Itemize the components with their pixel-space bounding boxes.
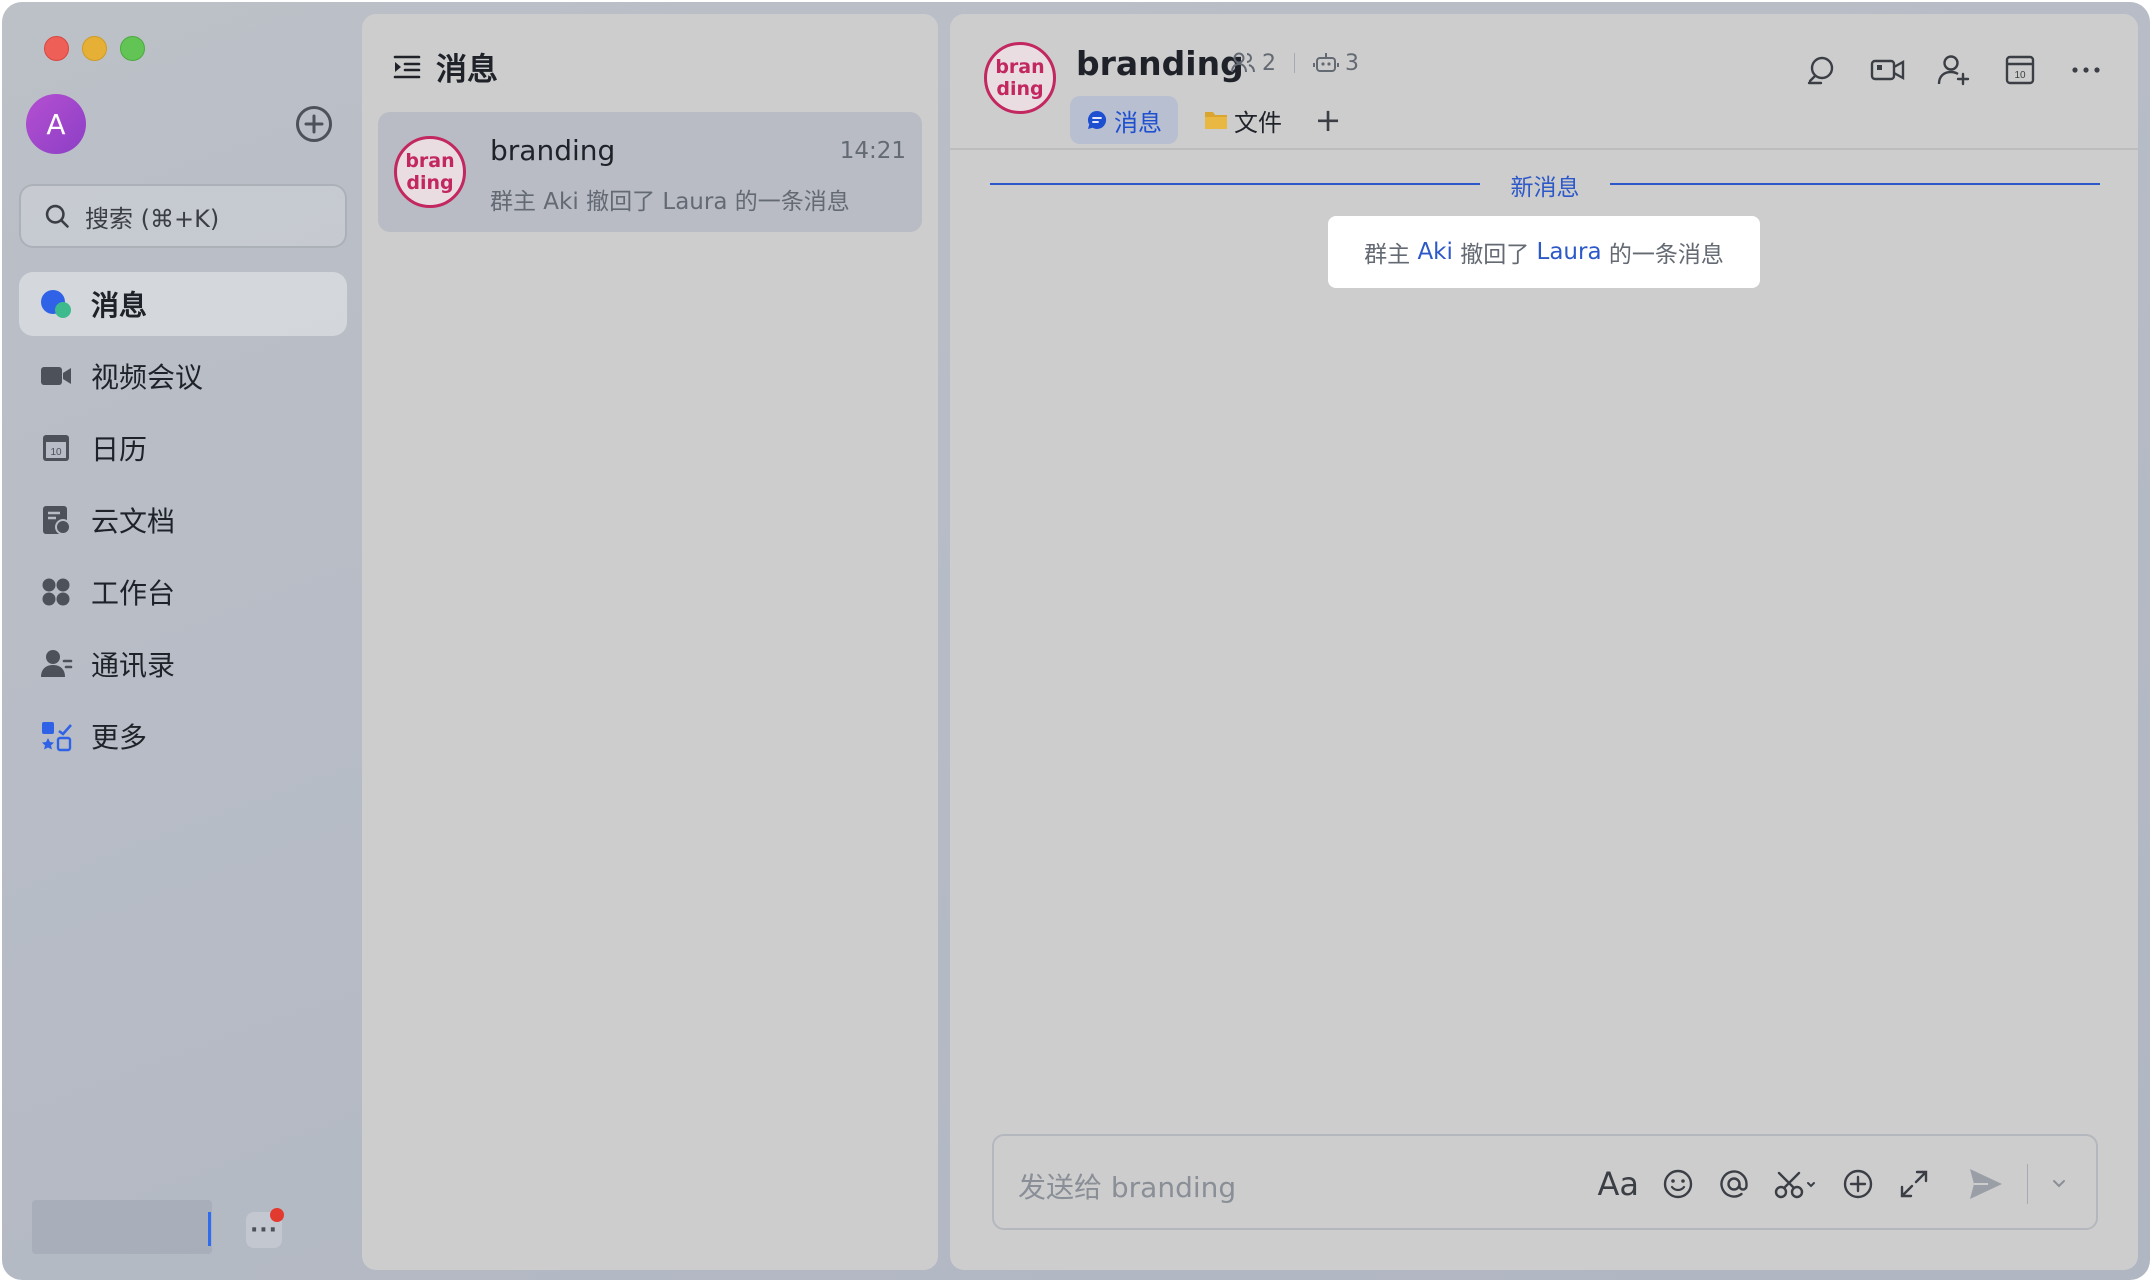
docs-icon [39,503,73,537]
search-placeholder: 搜索 (⌘+K) [85,204,220,233]
conversation-title[interactable]: branding [1076,44,1244,83]
tab-label: 文件 [1234,108,1282,137]
nav-label: 视频会议 [91,361,204,394]
new-messages-divider: 新消息 [990,166,2100,202]
nav-item-contacts[interactable]: 通讯录 [19,632,347,696]
group-avatar: bran ding [394,136,466,208]
tab-messages[interactable]: 消息 [1070,96,1178,144]
svg-text:10: 10 [50,447,62,458]
calendar-icon: 10 [39,431,73,465]
divider-line [1610,183,2100,185]
minimize-window-button[interactable] [82,36,107,61]
nav-item-docs[interactable]: 云文档 [19,488,347,552]
nav-label: 工作台 [91,577,176,610]
sidebar: A 搜索 (⌘+K) 消息 视频会议 10 日历 云文档 工作台 通讯录 更多 … [2,2,362,1280]
tab-files[interactable]: 文件 [1188,96,1298,144]
contacts-icon [39,647,73,681]
emoji-icon[interactable] [1661,1164,1695,1204]
member-count: 2 [1262,50,1276,76]
tab-label: 消息 [1114,108,1162,137]
message-input[interactable]: 发送给 branding [1018,1166,1236,1206]
calendar-event-icon[interactable]: 10 [2002,52,2038,88]
message-icon [39,287,73,321]
system-message-target[interactable]: Laura [1537,239,1602,265]
group-avatar-text: bran ding [405,150,455,194]
nav-list: 消息 视频会议 10 日历 云文档 工作台 通讯录 更多 [19,272,347,776]
search-box[interactable]: 搜索 (⌘+K) [19,184,347,248]
conversation-panel: bran ding branding 2 3 消息 文件 + 10 新消息 群主… [950,14,2138,1270]
app-window: A 搜索 (⌘+K) 消息 视频会议 10 日历 云文档 工作台 通讯录 更多 … [2,2,2150,1280]
search-chat-icon[interactable] [1804,52,1840,88]
system-message-actor[interactable]: Aki [1417,239,1452,265]
nav-label: 日历 [91,433,148,466]
system-message: 群主 Aki 撤回了 Laura 的一条消息 [1328,216,1760,288]
meta-divider [1294,53,1295,73]
mention-icon[interactable] [1717,1164,1751,1204]
folder-icon [1205,112,1227,129]
conversation-avatar[interactable]: bran ding [984,42,1056,114]
nav-label: 更多 [91,721,148,754]
system-message-prefix: 群主 [1364,242,1411,268]
video-call-icon[interactable] [1870,52,1906,88]
new-messages-label: 新消息 [1510,175,1580,201]
add-member-icon[interactable] [1936,52,1972,88]
composer-toolbar: Aa [1598,1164,2069,1204]
screenshot-icon[interactable] [1773,1164,1819,1204]
members-icon [1231,52,1255,73]
nav-item-video[interactable]: 视频会议 [19,344,347,408]
system-message-verb: 撤回了 [1460,242,1530,268]
send-icon[interactable] [1967,1164,2005,1204]
header-divider [950,148,2138,150]
nav-item-more[interactable]: 更多 [19,704,347,768]
chat-bubble-icon [1087,110,1107,129]
plus-icon [304,114,324,134]
add-tab-button[interactable]: + [1308,101,1348,139]
user-avatar[interactable]: A [26,94,86,154]
group-avatar-text: bran ding [995,56,1045,100]
chat-list-item[interactable]: bran ding branding 14:21 群主 Aki 撤回了 Laur… [378,112,922,232]
members-button[interactable]: 2 [1230,50,1276,76]
chat-time: 14:21 [839,138,906,164]
chat-list-header: 消息 [392,44,498,89]
send-divider [2027,1164,2028,1204]
nav-label: 消息 [91,289,148,322]
text-caret [208,1212,211,1246]
bot-icon [1313,53,1339,72]
bot-count: 3 [1345,50,1359,76]
collapse-list-icon[interactable] [392,52,422,82]
nav-item-workspace[interactable]: 工作台 [19,560,347,624]
svg-text:10: 10 [2014,70,2026,81]
format-text-button[interactable]: Aa [1598,1164,1640,1204]
create-button[interactable] [296,106,332,142]
add-attachment-icon[interactable] [1841,1164,1875,1204]
status-bar[interactable] [32,1200,212,1254]
nav-label: 云文档 [91,505,176,538]
conversation-tabs: 消息 文件 + [1070,96,1348,144]
search-icon [45,204,69,228]
unread-dot [270,1208,284,1222]
nav-item-calendar[interactable]: 10 日历 [19,416,347,480]
chat-list-title: 消息 [436,52,498,88]
more-apps-icon [39,719,73,753]
expand-icon[interactable] [1897,1164,1931,1204]
conversation-actions: 10 [1804,52,2104,88]
system-message-suffix: 的一条消息 [1608,242,1724,268]
zoom-window-button[interactable] [120,36,145,61]
nav-item-messages[interactable]: 消息 [19,272,347,336]
nav-label: 通讯录 [91,649,176,682]
chat-name: branding [490,134,616,167]
chat-list-panel: 消息 bran ding branding 14:21 群主 Aki 撤回了 L… [362,14,938,1270]
window-controls [44,36,145,61]
video-icon [39,359,73,393]
conversation-meta: 2 3 [1230,50,1359,76]
bots-button[interactable]: 3 [1313,50,1359,76]
message-composer[interactable]: 发送给 branding Aa [992,1134,2098,1230]
workspace-icon [39,575,73,609]
close-window-button[interactable] [44,36,69,61]
more-icon[interactable] [2068,52,2104,88]
send-options-chevron-icon[interactable] [2050,1164,2068,1204]
chat-preview: 群主 Aki 撤回了 Laura 的一条消息 [490,189,850,215]
